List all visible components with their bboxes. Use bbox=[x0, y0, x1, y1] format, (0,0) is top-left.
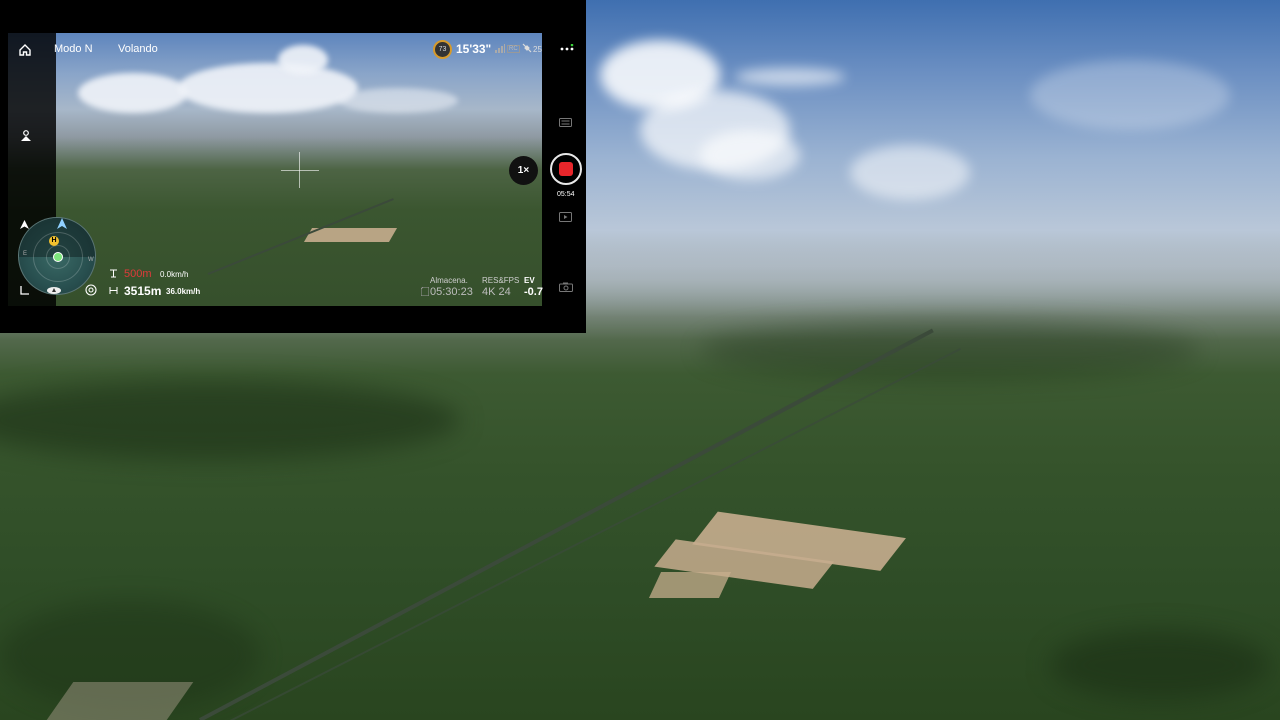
home-point-marker: H bbox=[49, 236, 59, 246]
sd-card-icon bbox=[420, 287, 429, 296]
horizontal-speed: 36.0km/h bbox=[166, 287, 201, 296]
flight-status: Volando bbox=[118, 43, 158, 55]
dark-field bbox=[0, 380, 460, 460]
satellite-count: 25 bbox=[533, 45, 542, 54]
battery-indicator: 73 bbox=[433, 40, 452, 59]
dark-field bbox=[700, 320, 1200, 380]
crosshair bbox=[299, 152, 300, 188]
flight-mode[interactable]: Modo N bbox=[54, 43, 93, 55]
dark-field bbox=[1050, 630, 1270, 700]
record-elapsed: 05:54 bbox=[557, 191, 575, 198]
storage-label: Almacena. bbox=[430, 276, 468, 285]
aircraft-bottom-icon bbox=[46, 286, 62, 294]
ev-value[interactable]: -0.7 bbox=[524, 286, 543, 298]
flight-time: 15'33" bbox=[456, 42, 492, 56]
cloud bbox=[1030, 60, 1230, 130]
home-icon[interactable] bbox=[16, 41, 34, 59]
cloud bbox=[278, 45, 328, 75]
resfps-label: RES&FPS bbox=[482, 276, 520, 285]
storage-value: 05:30:23 bbox=[430, 286, 473, 298]
playback-icon[interactable] bbox=[558, 211, 573, 222]
cloud bbox=[735, 68, 845, 86]
cloud bbox=[338, 88, 458, 113]
zoom-button[interactable]: 1× bbox=[509, 156, 538, 185]
radar-west-label: W bbox=[88, 257, 94, 263]
more-icon[interactable] bbox=[559, 43, 575, 53]
rc-label: RC bbox=[507, 45, 520, 53]
vertical-speed: 0.0km/h bbox=[160, 270, 189, 279]
dirt-lot bbox=[46, 682, 194, 720]
map-switch-icon[interactable] bbox=[19, 285, 29, 295]
record-button[interactable] bbox=[550, 153, 582, 185]
distance-value: 3515m bbox=[124, 284, 162, 298]
cloud bbox=[700, 130, 800, 180]
distance-icon bbox=[108, 285, 118, 295]
drone-app-window: Modo N Volando 73 15'33" RC 25 1× 05:54 … bbox=[0, 0, 586, 333]
resfps-value[interactable]: 4K 24 bbox=[482, 286, 511, 298]
cloud bbox=[178, 63, 358, 113]
radar-east-label: E bbox=[23, 251, 28, 257]
camera-switch-icon[interactable] bbox=[558, 281, 573, 292]
target-icon[interactable] bbox=[84, 283, 97, 296]
height-value: 500m bbox=[124, 268, 152, 280]
dirt-lot bbox=[648, 572, 732, 598]
cloud bbox=[78, 73, 188, 113]
signal-icon bbox=[495, 43, 505, 53]
satellite-icon bbox=[522, 43, 532, 53]
height-icon bbox=[108, 268, 118, 278]
cloud bbox=[850, 145, 970, 200]
compass-icon bbox=[19, 219, 29, 229]
settings-icon[interactable] bbox=[558, 117, 573, 128]
aircraft-marker bbox=[53, 252, 63, 262]
crosshair bbox=[281, 170, 319, 171]
ev-label: EV bbox=[524, 276, 535, 285]
stop-icon bbox=[559, 162, 573, 176]
return-home-icon[interactable] bbox=[17, 127, 35, 145]
drone-heading-icon bbox=[55, 217, 69, 231]
